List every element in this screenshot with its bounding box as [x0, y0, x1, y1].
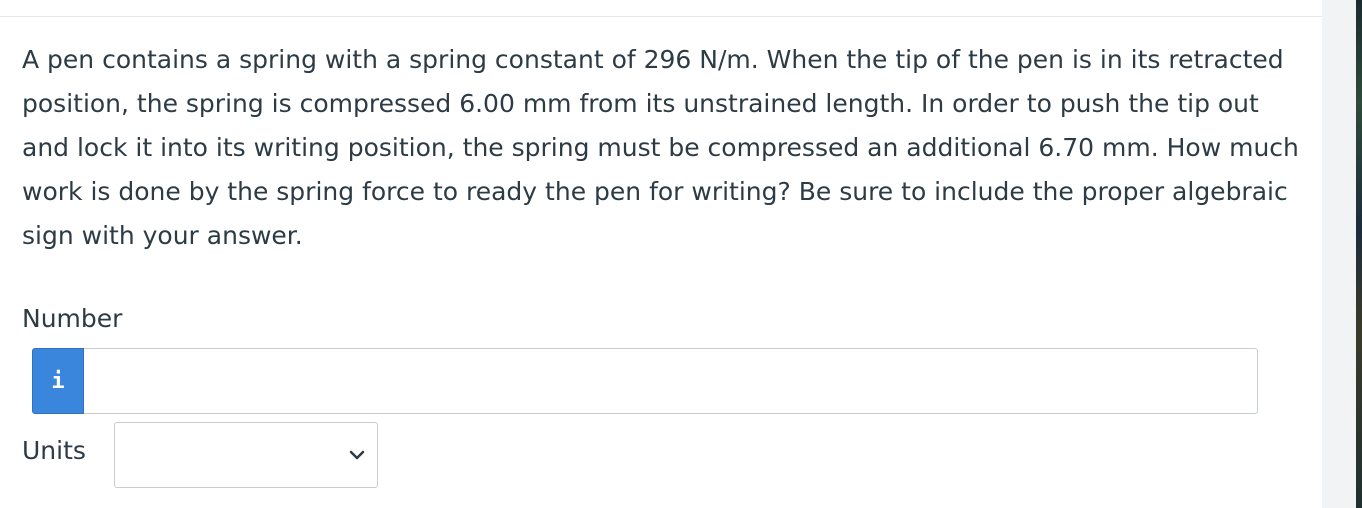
- info-icon: i: [51, 368, 65, 394]
- number-input-group: i: [32, 348, 1258, 414]
- window-edge: [1322, 0, 1362, 508]
- background-strip: [1356, 0, 1362, 508]
- units-label: Units: [22, 436, 86, 465]
- number-input[interactable]: [84, 348, 1258, 414]
- top-divider: [0, 16, 1322, 17]
- info-button[interactable]: i: [32, 348, 84, 414]
- question-text: A pen contains a spring with a spring co…: [22, 45, 1299, 250]
- units-select[interactable]: [114, 422, 378, 488]
- number-label: Number: [22, 304, 123, 333]
- chevron-down-icon: [349, 450, 365, 460]
